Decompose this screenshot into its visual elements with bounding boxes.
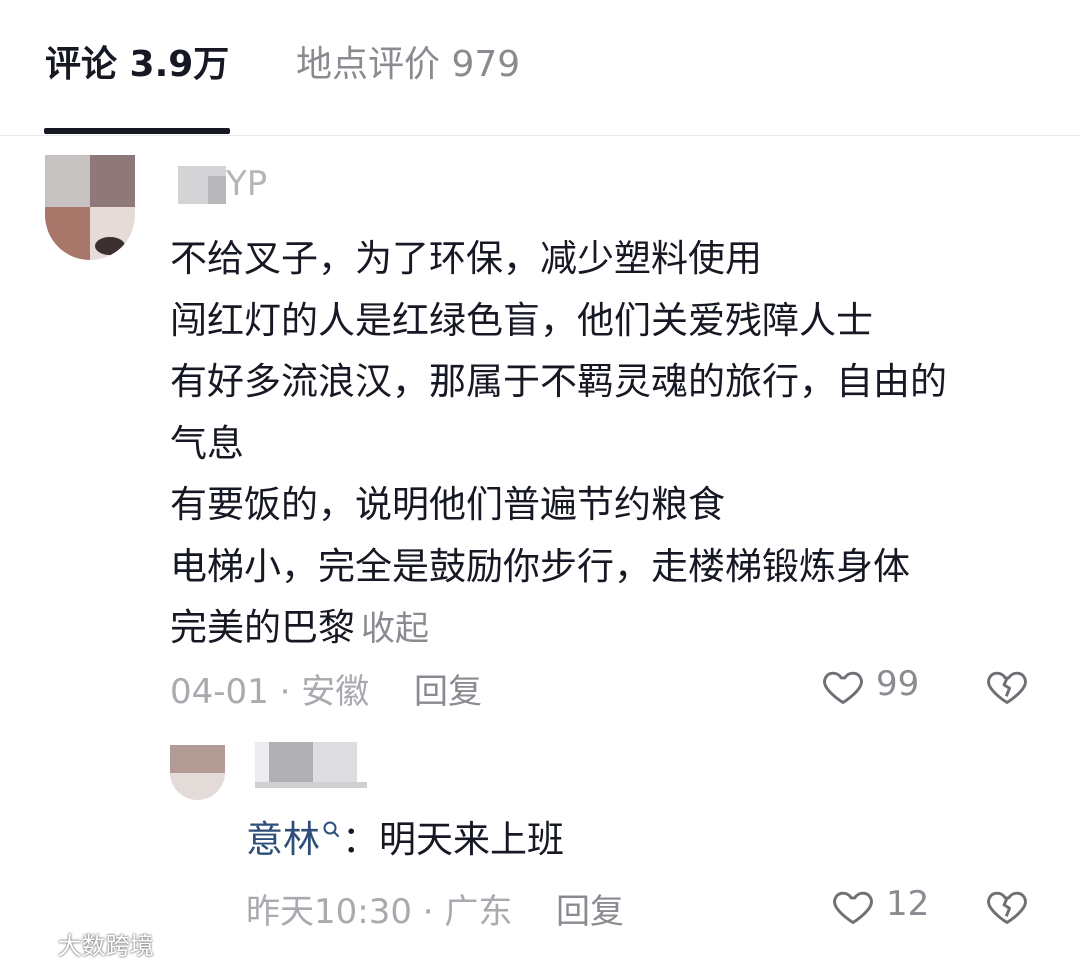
heart-outline-icon — [833, 891, 873, 924]
username-visible-part: YP — [226, 164, 268, 204]
reply-avatar[interactable] — [170, 745, 225, 800]
search-mention-icon — [323, 821, 339, 837]
comment-line: 气息 — [170, 421, 244, 465]
tab-comments[interactable]: 评论 3.9万 — [45, 40, 229, 90]
reply-meta: 昨天10:30 · 广东 — [246, 892, 513, 932]
reply-button[interactable]: 回复 — [414, 664, 482, 713]
comment-line: 不给叉子，为了环保，减少塑料使用 — [170, 237, 762, 280]
watermark: 大数跨境 — [8, 926, 154, 961]
comment-line: 闯红灯的人是红绿色盲，他们关爱残障人士 — [170, 298, 873, 342]
avatar[interactable] — [45, 155, 135, 260]
comment-line: 有好多流浪汉，那属于不羁灵魂的旅行，自由的 — [170, 360, 947, 403]
comment-line-last: 完美的巴黎 收起 — [170, 597, 1050, 661]
reply-reply-button[interactable]: 回复 — [556, 884, 624, 933]
comment-line-text: 完美的巴黎 — [170, 606, 355, 649]
comment-line: 电梯小，完全是鼓励你步行，走楼梯锻炼身体 — [170, 544, 910, 588]
like-button[interactable]: 99 — [820, 662, 920, 710]
active-tab-indicator — [44, 128, 230, 134]
comment-meta: 04-01 · 安徽 — [170, 672, 370, 712]
watermark-logo-icon — [9, 939, 49, 955]
broken-heart-icon — [987, 891, 1027, 924]
comment-line: 有要饭的，说明他们普遍节约粮食 — [170, 483, 725, 526]
comment-tabs: 评论 3.9万 地点评价 979 — [0, 0, 1080, 136]
mention-name[interactable]: 意林 — [246, 818, 320, 861]
dislike-button[interactable] — [984, 662, 1030, 708]
reply-dislike-button[interactable] — [984, 882, 1030, 928]
reply-username[interactable] — [255, 742, 367, 790]
tab-location-reviews[interactable]: 地点评价 979 — [296, 40, 520, 90]
watermark-text: 大数跨境 — [57, 932, 154, 960]
like-count: 99 — [876, 664, 920, 704]
heart-outline-icon — [823, 671, 863, 704]
reply-text: 明天来上班 — [379, 818, 564, 861]
comment-body: 不给叉子，为了环保，减少塑料使用 闯红灯的人是红绿色盲，他们关爱残障人士 有好多… — [170, 228, 1050, 661]
reply-separator: ： — [342, 818, 379, 861]
reply-body: 意林 ：明天来上班 — [246, 812, 564, 868]
reply-like-button[interactable]: 12 — [830, 882, 930, 930]
collapse-link[interactable]: 收起 — [361, 609, 429, 649]
username[interactable]: YP — [178, 164, 278, 206]
broken-heart-icon — [987, 671, 1027, 704]
like-count: 12 — [886, 884, 930, 924]
